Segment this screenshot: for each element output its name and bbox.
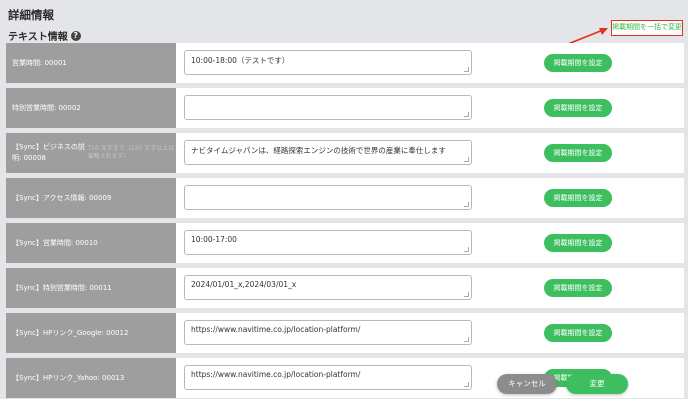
field-textarea[interactable] [184,95,472,120]
save-button[interactable]: 変更 [566,374,628,394]
set-period-button[interactable]: 掲載期間を設定 [544,99,612,117]
field-label: 【Sync】HPリンク_Yahoo: 00013 [12,373,125,382]
field-row: 【Sync】ビジネスの説明: 00008 750 文字まで（220 文字以上は省略… [6,133,684,173]
set-period-button[interactable]: 掲載期間を設定 [544,189,612,207]
field-textarea[interactable]: 10:00-17:00 [184,230,472,255]
field-label-cell: 【Sync】ビジネスの説明: 00008 750 文字まで（220 文字以上は省略… [6,133,176,173]
cancel-button[interactable]: キャンセル [497,374,557,394]
section-title-text: テキスト情報 [8,32,68,43]
field-label-cell: 【Sync】アクセス情報: 00009 [6,178,176,218]
field-label-cell: 【Sync】HPリンク_Google: 00012 [6,313,176,353]
field-row: 【Sync】営業時間: 00010 10:00-17:00 掲載期間を設定 [6,223,684,263]
set-period-button[interactable]: 掲載期間を設定 [544,144,612,162]
page-title: 詳細情報 [8,8,54,22]
field-textarea[interactable]: ナビタイムジャパンは、経路探索エンジンの技術で世界の産業に奉仕します [184,140,472,165]
field-label: 【Sync】ビジネスの説明: 00008 [12,143,85,162]
set-period-button[interactable]: 掲載期間を設定 [544,324,612,342]
field-row: 【Sync】アクセス情報: 00009 掲載期間を設定 [6,178,684,218]
set-period-button[interactable]: 掲載期間を設定 [544,234,612,252]
field-row: 【Sync】HPリンク_Google: 00012 https://www.nav… [6,313,684,353]
field-row: 営業時間: 00001 10:00-18:00（テストです） 掲載期間を設定 [6,43,684,83]
set-period-button[interactable]: 掲載期間を設定 [544,279,612,297]
set-period-button[interactable]: 掲載期間を設定 [544,54,612,72]
field-label: 【Sync】HPリンク_Google: 00012 [12,328,129,337]
field-label-cell: 【Sync】特別営業時間: 00011 [6,268,176,308]
field-label-cell: 特別営業時間: 00002 [6,88,176,128]
field-textarea[interactable]: https://www.navitime.co.jp/location-plat… [184,320,472,345]
field-textarea[interactable] [184,185,472,210]
field-textarea[interactable]: 10:00-18:00（テストです） [184,50,472,75]
field-textarea[interactable]: https://www.navitime.co.jp/location-plat… [184,365,472,390]
field-label: 【Sync】特別営業時間: 00011 [12,283,112,292]
field-label: 営業時間: 00001 [12,58,67,67]
field-label-cell: 【Sync】営業時間: 00010 [6,223,176,263]
question-circle-icon[interactable]: ? [70,30,81,41]
field-label: 【Sync】営業時間: 00010 [12,238,98,247]
field-label-cell: 【Sync】HPリンク_Yahoo: 00013 [6,358,176,398]
section-title: テキスト情報 ? [8,28,81,43]
field-row: 【Sync】特別営業時間: 00011 2024/01/01_x,2024/03/… [6,268,684,308]
field-label: 特別営業時間: 00002 [12,103,81,112]
field-label-cell: 営業時間: 00001 [6,43,176,83]
field-label: 【Sync】アクセス情報: 00009 [12,193,112,202]
field-note: 750 文字まで（220 文字以上は省略されます） [87,145,175,160]
field-textarea[interactable]: 2024/01/01_x,2024/03/01_x [184,275,472,300]
bulk-change-period-button[interactable]: 掲載期間を一括で変更 [611,20,683,36]
field-row: 特別営業時間: 00002 掲載期間を設定 [6,88,684,128]
